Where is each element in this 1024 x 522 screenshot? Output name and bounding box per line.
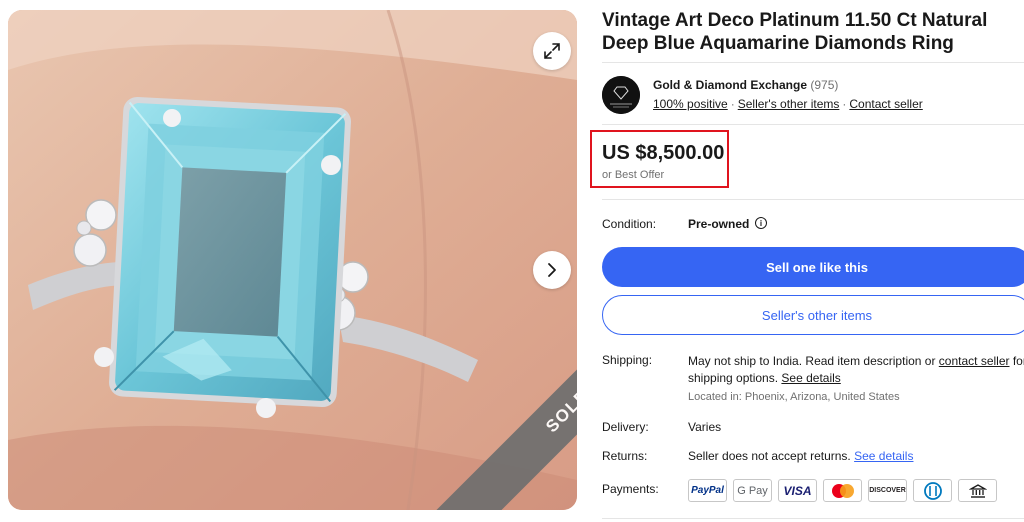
discover-label: DISCOVER — [869, 487, 906, 494]
sell-one-like-this-button[interactable]: Sell one like this — [602, 247, 1024, 287]
shipping-contact-seller-link[interactable]: contact seller — [939, 354, 1010, 368]
shipping-label: Shipping: — [602, 353, 653, 367]
returns-see-details-link[interactable]: See details — [854, 449, 913, 463]
gpay-label: G Pay — [737, 484, 768, 497]
item-title: Vintage Art Deco Platinum 11.50 Ct Natur… — [602, 10, 988, 54]
returns-info: Seller does not accept returns. See deta… — [688, 449, 913, 463]
mastercard-circles — [831, 483, 854, 498]
seller-avatar[interactable] — [602, 76, 640, 114]
product-image-gallery[interactable]: SOLD — [8, 10, 577, 510]
next-image-button[interactable] — [533, 251, 571, 289]
delivery-label: Delivery: — [602, 420, 649, 434]
seller-logo-icon — [602, 76, 640, 114]
visa-icon: VISA — [778, 479, 817, 502]
returns-label: Returns: — [602, 449, 648, 463]
seller-name-text[interactable]: Gold & Diamond Exchange — [653, 78, 807, 92]
payments-label: Payments: — [602, 482, 659, 496]
item-location: Located in: Phoenix, Arizona, United Sta… — [688, 391, 900, 403]
chevron-right-icon — [548, 263, 556, 277]
google-pay-icon: G Pay — [733, 479, 772, 502]
best-offer-text: or Best Offer — [602, 169, 665, 181]
bank-icon — [968, 483, 987, 498]
item-price: US $8,500.00 — [602, 142, 725, 164]
divider — [602, 518, 1024, 519]
diners-club-icon — [913, 479, 952, 502]
seller-links: 100% positive · Seller's other items · Conta… — [653, 97, 923, 111]
divider — [602, 124, 1024, 125]
diners-icon — [923, 481, 942, 500]
paypal-label: PayPal — [691, 485, 724, 496]
seller-name[interactable]: Gold & Diamond Exchange (975) — [653, 78, 838, 92]
returns-value: Seller does not accept returns. — [688, 449, 855, 463]
item-info-panel: Vintage Art Deco Platinum 11.50 Ct Natur… — [590, 0, 1024, 522]
product-photo — [8, 10, 577, 510]
condition-label: Condition: — [602, 217, 657, 231]
payment-methods: PayPal G Pay VISA DISCOVER — [688, 479, 997, 502]
paypal-icon: PayPal — [688, 479, 727, 502]
bank-transfer-icon — [958, 479, 997, 502]
expand-icon — [544, 43, 560, 59]
seller-positive-link[interactable]: 100% positive — [653, 97, 728, 111]
condition-value: Pre-owned — [688, 217, 750, 231]
expand-button[interactable] — [533, 32, 571, 70]
delivery-value: Varies — [688, 420, 722, 434]
shipping-text: May not ship to India. Read item descrip… — [688, 354, 939, 368]
info-icon[interactable]: i — [755, 217, 767, 229]
mastercard-icon — [823, 479, 862, 502]
seller-feedback-count: (975) — [810, 78, 839, 92]
visa-label: VISA — [783, 483, 812, 498]
shipping-see-details-link[interactable]: See details — [781, 371, 840, 385]
seller-other-items-link[interactable]: Seller's other items — [738, 97, 840, 111]
contact-seller-link[interactable]: Contact seller — [849, 97, 922, 111]
discover-icon: DISCOVER — [868, 479, 907, 502]
divider — [602, 62, 1024, 63]
shipping-info: May not ship to India. Read item descrip… — [688, 353, 1024, 387]
divider — [602, 199, 1024, 200]
sellers-other-items-button[interactable]: Seller's other items — [602, 295, 1024, 335]
